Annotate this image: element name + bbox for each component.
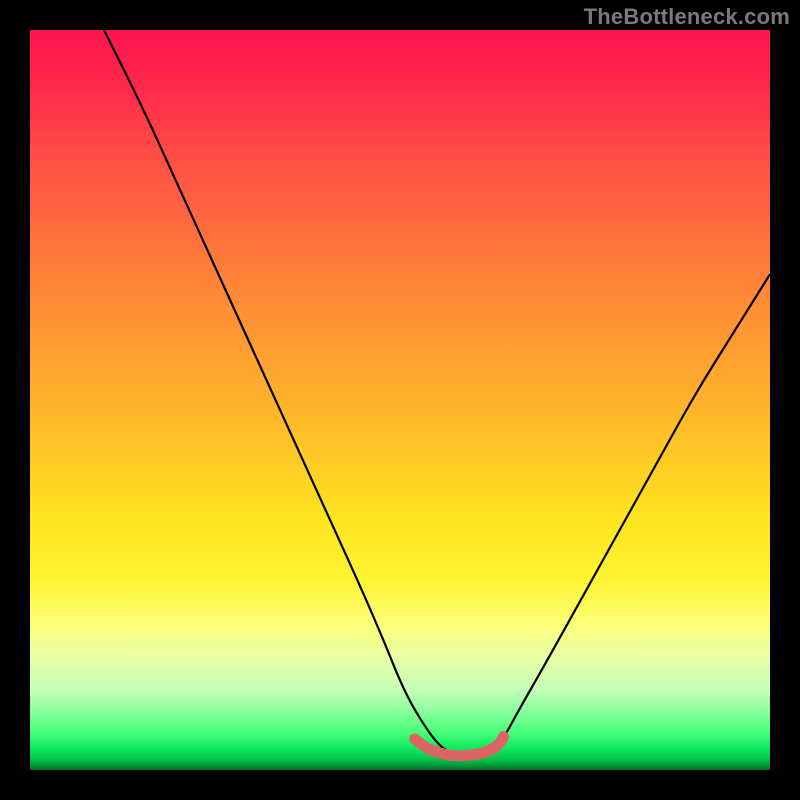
sweet-spot-band (415, 737, 504, 756)
plot-area (30, 30, 770, 770)
chart-svg (30, 30, 770, 770)
watermark-text: TheBottleneck.com (584, 4, 790, 30)
bottleneck-curve (104, 30, 770, 754)
curve-group (104, 30, 770, 756)
chart-frame: TheBottleneck.com (0, 0, 800, 800)
